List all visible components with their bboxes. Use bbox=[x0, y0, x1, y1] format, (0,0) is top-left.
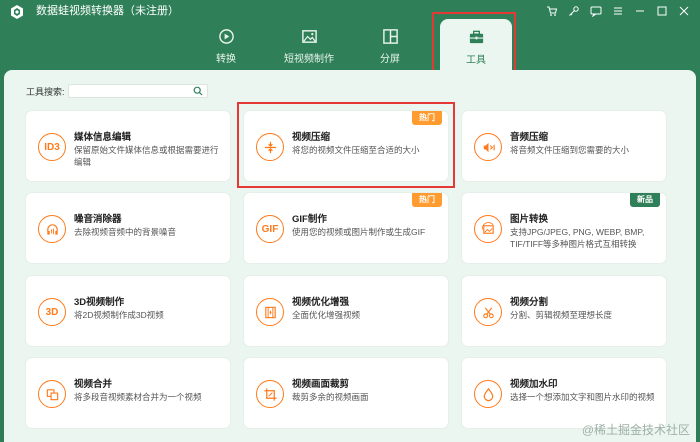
tool-desc: 使用您的视频或图片制作或生成GIF bbox=[292, 227, 426, 237]
tool-card-video-watermark[interactable]: 视频加水印 选择一个想添加文字和图片水印的视频 bbox=[462, 358, 666, 428]
tab-split-screen[interactable]: 分屏 bbox=[372, 22, 408, 70]
tool-title: 视频合并 bbox=[74, 379, 113, 390]
tool-desc: 分割、剪辑视频至理想长度 bbox=[510, 310, 613, 320]
key-icon bbox=[569, 6, 579, 16]
tab-short-video-label: 短视频制作 bbox=[284, 54, 334, 65]
id3-icon: ID3 bbox=[38, 133, 66, 161]
tool-card-video-enhance[interactable]: 视频优化增强 全面优化增强视频 bbox=[244, 276, 448, 346]
tool-title: 视频分割 bbox=[510, 297, 549, 308]
close-button[interactable] bbox=[676, 3, 692, 19]
search-icon[interactable] bbox=[193, 86, 203, 96]
app-logo-icon bbox=[11, 5, 23, 19]
split-screen-icon bbox=[382, 29, 398, 44]
feedback-button[interactable] bbox=[588, 3, 604, 19]
water-drop-icon bbox=[474, 380, 502, 408]
tool-desc: 选择一个想添加文字和图片水印的视频 bbox=[510, 392, 655, 402]
hot-badge: 热门 bbox=[412, 193, 442, 207]
minimize-icon bbox=[636, 10, 644, 12]
headphone-icon bbox=[38, 215, 66, 243]
crop-icon bbox=[256, 380, 284, 408]
tool-title: 音频压缩 bbox=[510, 132, 549, 143]
menu-button[interactable] bbox=[610, 3, 626, 19]
app-title: 数据蛙视频转换器（未注册） bbox=[36, 5, 179, 17]
tool-card-noise-remover[interactable]: 噪音消除器 去除视频音频中的背景噪音 bbox=[26, 193, 230, 263]
tools-tab-highlight bbox=[432, 12, 516, 74]
tool-card-media-info[interactable]: ID3 媒体信息编辑 保留原始文件媒体信息或根据需要进行编辑 bbox=[26, 111, 230, 181]
tool-card-video-merge[interactable]: 视频合并 将多段音视频素材合并为一个视频 bbox=[26, 358, 230, 428]
convert-icon bbox=[218, 29, 234, 44]
tool-title: 视频加水印 bbox=[510, 379, 558, 390]
tool-title: 图片转换 bbox=[510, 214, 549, 225]
tool-title: GIF制作 bbox=[292, 214, 327, 225]
tool-title: 视频优化增强 bbox=[292, 297, 350, 308]
tool-card-3d-video[interactable]: 3D 3D视频制作 将2D视频制作成3D视频 bbox=[26, 276, 230, 346]
search-input[interactable] bbox=[68, 89, 187, 101]
tool-desc: 去除视频音频中的背景噪音 bbox=[74, 227, 177, 237]
tool-card-image-convert[interactable]: 新品 图片转换 支持JPG/JPEG, PNG, WEBP, BMP, TIF/… bbox=[462, 193, 666, 263]
new-badge: 新品 bbox=[630, 193, 660, 207]
site-watermark: @稀土掘金技术社区 bbox=[581, 423, 690, 437]
video-compress-highlight bbox=[237, 102, 455, 188]
minimize-button[interactable] bbox=[632, 3, 648, 19]
tool-desc: 将2D视频制作成3D视频 bbox=[74, 310, 164, 320]
tool-search: 工具搜索: bbox=[26, 84, 208, 101]
search-label: 工具搜索: bbox=[26, 86, 65, 97]
tool-desc: 将音频文件压缩到您需要的大小 bbox=[510, 145, 630, 155]
gif-icon: GIF bbox=[256, 215, 284, 243]
tool-card-video-split[interactable]: 视频分割 分割、剪辑视频至理想长度 bbox=[462, 276, 666, 346]
scissors-icon bbox=[474, 298, 502, 326]
window-controls bbox=[544, 3, 692, 19]
image-icon bbox=[301, 30, 317, 43]
tool-desc: 将多段音视频素材合并为一个视频 bbox=[74, 392, 202, 402]
tab-convert-label: 转换 bbox=[216, 54, 236, 65]
tool-desc: 全面优化增强视频 bbox=[292, 310, 361, 320]
tab-short-video[interactable]: 短视频制作 bbox=[280, 22, 338, 70]
tool-title: 媒体信息编辑 bbox=[74, 132, 132, 143]
tab-split-screen-label: 分屏 bbox=[380, 54, 400, 65]
search-box bbox=[67, 84, 208, 101]
top-bar: 数据蛙视频转换器（未注册） 转换 短视频制作 分屏 工具 bbox=[0, 0, 700, 70]
tool-title: 噪音消除器 bbox=[74, 214, 122, 225]
maximize-button[interactable] bbox=[654, 3, 670, 19]
tool-title: 视频画面裁剪 bbox=[292, 379, 350, 390]
tool-desc: 裁剪多余的视频画面 bbox=[292, 392, 369, 402]
tool-card-audio-compress[interactable]: 音频压缩 将音频文件压缩到您需要的大小 bbox=[462, 111, 666, 181]
merge-icon bbox=[38, 380, 66, 408]
tool-title: 3D视频制作 bbox=[74, 297, 125, 308]
cart-icon bbox=[547, 6, 558, 16]
tool-card-gif-maker[interactable]: 热门 GIF GIF制作 使用您的视频或图片制作或生成GIF bbox=[244, 193, 448, 263]
tab-convert[interactable]: 转换 bbox=[205, 22, 247, 70]
film-enhance-icon bbox=[256, 298, 284, 326]
tool-desc: 支持JPG/JPEG, PNG, WEBP, BMP, TIF/TIFF等多种图… bbox=[510, 227, 645, 249]
close-icon bbox=[679, 6, 689, 16]
key-button[interactable] bbox=[566, 3, 582, 19]
3d-icon: 3D bbox=[38, 298, 66, 326]
menu-icon bbox=[614, 7, 622, 15]
audio-compress-icon bbox=[474, 133, 502, 161]
feedback-icon bbox=[590, 6, 602, 17]
image-convert-icon bbox=[474, 215, 502, 243]
tool-desc: 保留原始文件媒体信息或根据需要进行编辑 bbox=[74, 145, 219, 167]
maximize-icon bbox=[657, 6, 667, 16]
cart-button[interactable] bbox=[544, 3, 560, 19]
tool-card-video-crop[interactable]: 视频画面裁剪 裁剪多余的视频画面 bbox=[244, 358, 448, 428]
